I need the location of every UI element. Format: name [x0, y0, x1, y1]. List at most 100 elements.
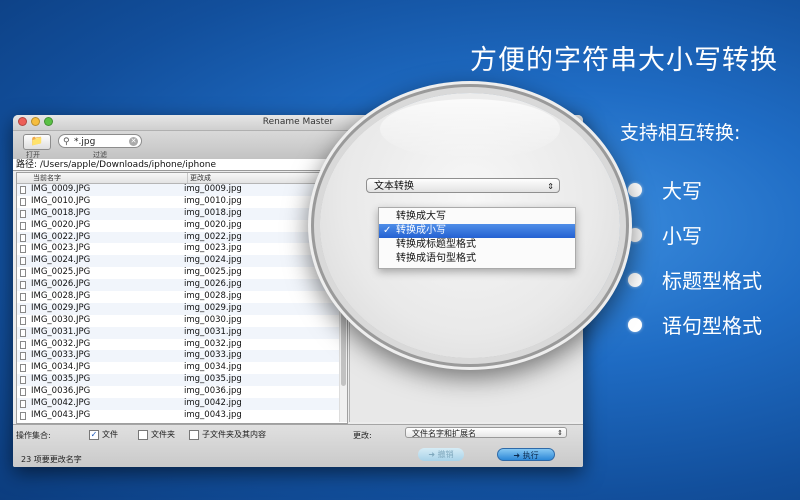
new-name-cell: img_0043.jpg [184, 409, 242, 420]
conversion-type-select[interactable]: 文本转换 ⇕ [366, 178, 560, 193]
select-arrows-icon: ⇕ [547, 182, 554, 191]
bottom-bar: 操作集合: ✓ 文件 文件夹 子文件夹及其内容 更改: 文件名字和扩展名 ⇕ 23 … [13, 424, 583, 467]
file-icon [20, 245, 26, 254]
menu-item-title-case[interactable]: 转换成标题型格式 [379, 238, 575, 252]
table-row[interactable]: IMG_0033.JPG img_0033.jpg [17, 350, 347, 363]
checkbox-label: 文件 [102, 430, 118, 439]
menu-item-label: 转换成标题型格式 [396, 239, 476, 250]
feature-label: 小写 [662, 224, 702, 248]
table-row[interactable]: IMG_0035.JPG img_0035.jpg [17, 374, 347, 387]
table-row[interactable]: IMG_0031.JPG img_0031.jpg [17, 326, 347, 339]
current-name-cell: IMG_0018.JPG [31, 207, 91, 218]
new-name-cell: img_0030.jpg [184, 314, 242, 325]
file-icon [20, 186, 26, 194]
current-name-cell: IMG_0036.JPG [31, 386, 91, 397]
promo-headline: 方便的字符串大小写转换 [470, 45, 778, 76]
current-name-cell: IMG_0024.JPG [31, 255, 91, 266]
feature-item: 标题型格式 [620, 257, 762, 302]
new-name-cell: img_0022.jpg [184, 231, 242, 242]
file-icon [20, 340, 26, 349]
table-row[interactable]: IMG_0023.JPG img_0023.jpg [17, 243, 347, 255]
new-name-cell: img_0035.jpg [184, 374, 242, 385]
feature-list-title: 支持相互转换: [620, 122, 741, 144]
change-target-select[interactable]: 文件名字和扩展名 ⇕ [405, 427, 567, 438]
file-icon [20, 197, 26, 206]
minimize-window-button[interactable] [31, 117, 40, 126]
new-name-cell: img_0020.jpg [184, 219, 242, 230]
table-row[interactable]: IMG_0026.JPG img_0026.jpg [17, 279, 347, 292]
new-name-cell: img_0042.jpg [184, 398, 242, 409]
new-name-cell: img_0032.jpg [184, 338, 242, 349]
search-value: *.jpg [74, 137, 96, 147]
open-folder-button[interactable]: 📁 [23, 134, 51, 150]
select-arrows-icon: ⇕ [557, 429, 563, 437]
clear-search-icon[interactable]: ✕ [129, 137, 138, 146]
bullet-icon [628, 272, 642, 287]
checkbox-unchecked-icon[interactable] [189, 429, 199, 440]
table-row[interactable]: IMG_0009.JPG img_0009.jpg [17, 184, 347, 196]
close-window-button[interactable] [18, 117, 27, 126]
file-icon [20, 376, 26, 385]
current-name-cell: IMG_0009.JPG [31, 184, 91, 194]
undo-button[interactable]: ➜ 撤销 [418, 448, 464, 461]
menu-item-sentence-case[interactable]: 转换成语句型格式 [379, 252, 575, 266]
new-name-cell: img_0029.jpg [184, 302, 242, 313]
file-icon [20, 209, 26, 218]
current-name-cell: IMG_0023.JPG [31, 243, 91, 254]
new-name-cell: img_0026.jpg [184, 279, 242, 290]
feature-item: 语句型格式 [620, 302, 762, 347]
zoom-window-button[interactable] [44, 117, 53, 126]
checkbox-label: 文件夹 [151, 430, 175, 439]
table-row[interactable]: IMG_0043.JPG img_0043.jpg [17, 410, 347, 422]
table-row[interactable]: IMG_0022.JPG img_0022.jpg [17, 231, 347, 244]
current-name-cell: IMG_0022.JPG [31, 231, 91, 242]
table-row[interactable]: IMG_0025.JPG img_0025.jpg [17, 267, 347, 279]
window-controls [18, 117, 53, 126]
table-row[interactable]: IMG_0010.JPG img_0010.jpg [17, 196, 347, 208]
column-new-name[interactable]: 更改成 [187, 173, 211, 183]
table-row[interactable]: IMG_0029.JPG img_0029.jpg [17, 302, 347, 315]
lens-glare [380, 99, 560, 159]
table-row[interactable]: IMG_0020.JPG img_0020.jpg [17, 220, 347, 232]
menu-item-lowercase[interactable]: ✓ 转换成小写 [379, 224, 575, 238]
checkbox-subfolders[interactable]: 子文件夹及其内容 [189, 429, 266, 440]
checkbox-files[interactable]: ✓ 文件 [89, 429, 118, 440]
execute-button[interactable]: ➜ 执行 [497, 448, 555, 461]
new-name-cell: img_0031.jpg [184, 326, 242, 337]
filter-search-input[interactable]: ⚲ *.jpg ✕ [58, 134, 142, 148]
conversion-menu: 转换成大写 ✓ 转换成小写 转换成标题型格式 转换成语句型格式 [378, 207, 576, 269]
checkbox-checked-icon[interactable]: ✓ [89, 429, 99, 440]
table-row[interactable]: IMG_0032.JPG img_0032.jpg [17, 339, 347, 351]
table-row[interactable]: IMG_0030.JPG img_0030.jpg [17, 315, 347, 327]
current-name-cell: IMG_0010.JPG [31, 195, 91, 206]
file-icon [20, 233, 26, 242]
checkbox-folders[interactable]: 文件夹 [138, 429, 175, 440]
file-icon [20, 293, 26, 302]
checkmark-icon: ✓ [383, 225, 392, 236]
new-name-cell: img_0028.jpg [184, 291, 242, 302]
table-row[interactable]: IMG_0024.JPG img_0024.jpg [17, 255, 347, 268]
column-current-name[interactable]: 当前名字 [33, 173, 61, 183]
current-name-cell: IMG_0029.JPG [31, 302, 91, 313]
menu-item-label: 转换成大写 [396, 211, 446, 222]
current-name-cell: IMG_0026.JPG [31, 279, 91, 290]
table-row[interactable]: IMG_0034.JPG img_0034.jpg [17, 362, 347, 374]
table-row[interactable]: IMG_0018.JPG img_0018.jpg [17, 207, 347, 220]
file-icon [20, 257, 26, 266]
table-row[interactable]: IMG_0036.JPG img_0036.jpg [17, 386, 347, 398]
ops-label: 操作集合: [16, 431, 51, 440]
execute-label: 执行 [522, 451, 539, 460]
file-icon [20, 411, 26, 420]
checkbox-unchecked-icon[interactable] [138, 429, 148, 440]
menu-item-uppercase[interactable]: 转换成大写 [379, 210, 575, 224]
feature-item: 小写 [620, 212, 762, 257]
menu-item-label: 转换成小写 [396, 225, 446, 236]
new-name-cell: img_0023.jpg [184, 243, 242, 254]
file-icon [20, 281, 26, 290]
table-row[interactable]: IMG_0028.JPG img_0028.jpg [17, 291, 347, 303]
feature-label: 标题型格式 [662, 269, 762, 293]
bullet-icon [628, 227, 642, 242]
table-row[interactable]: IMG_0042.JPG img_0042.jpg [17, 398, 347, 410]
new-name-cell: img_0033.jpg [184, 350, 242, 361]
table-header: 当前名字 更改成 [17, 173, 347, 184]
